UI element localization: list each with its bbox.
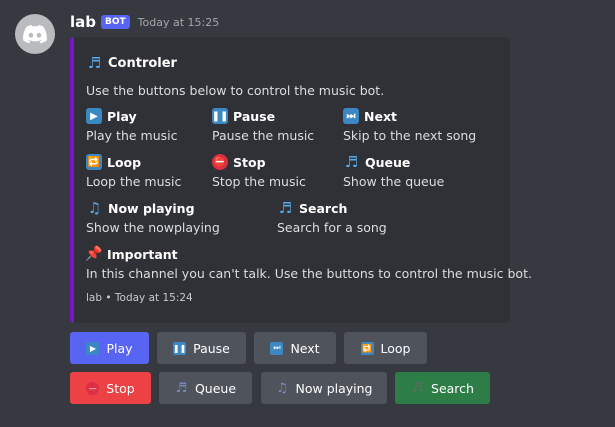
embed-title-text: Controler (108, 55, 177, 71)
music-note-icon: ♫ (87, 199, 102, 217)
field-value: In this channel you can't talk. Use the … (86, 266, 532, 281)
stop-button-label: Stop (106, 380, 135, 396)
music-note-icon: ♫ (276, 380, 288, 396)
field-now-playing: ♫ Now playing Show the nowplaying (86, 199, 220, 235)
field-value: Pause the music (212, 128, 315, 143)
field-name: Loop (107, 154, 142, 170)
pause-icon: ❚❚ (212, 108, 228, 124)
field-name: Stop (233, 154, 266, 170)
music-notes-icon: ♬ (411, 380, 424, 396)
queue-button-label: Queue (194, 380, 237, 396)
discord-logo-icon (23, 24, 47, 43)
field-value: Show the nowplaying (86, 220, 220, 235)
play-icon: ▶ (86, 108, 102, 124)
stop-icon: — (86, 381, 100, 395)
embed-description: Use the buttons below to control the mus… (86, 83, 385, 98)
play-icon: ▶ (86, 341, 100, 355)
field-pause: ❚❚ Pause Pause the music (212, 107, 314, 143)
pause-button[interactable]: ❚❚ Pause (157, 332, 246, 364)
music-notes-icon: ♬ (344, 153, 359, 171)
next-button-label: Next (290, 340, 320, 356)
field-name: Now playing (108, 200, 195, 216)
next-track-icon: ⏭ (270, 341, 284, 355)
bot-avatar[interactable] (15, 14, 55, 54)
field-search: ♬ Search Search for a song (277, 199, 387, 235)
stop-icon: ⛔ (212, 154, 228, 170)
field-important: 📌 Important In this channel you can't tal… (85, 245, 532, 281)
field-stop: ⛔ Stop Stop the music (212, 153, 306, 189)
now-playing-button[interactable]: ♫ Now playing (261, 372, 387, 404)
play-button[interactable]: ▶ Play (70, 332, 149, 364)
field-name: Queue (365, 154, 411, 170)
play-button-label: Play (106, 340, 133, 356)
next-track-icon: ⏭ (343, 108, 359, 124)
field-name: Important (107, 246, 178, 262)
field-name: Search (299, 200, 348, 216)
loop-button-label: Loop (380, 340, 411, 356)
now-playing-button-label: Now playing (295, 380, 373, 396)
search-button-label: Search (431, 380, 474, 396)
field-value: Loop the music (86, 174, 182, 189)
field-play: ▶ Play Play the music (86, 107, 178, 143)
music-notes-icon: ♬ (278, 199, 293, 217)
field-value: Stop the music (212, 174, 306, 189)
field-loop: 🔁 Loop Loop the music (86, 153, 181, 189)
embed-title: ♬ Controler (86, 54, 177, 72)
field-next: ⏭ Next Skip to the next song (343, 107, 476, 143)
loop-icon: 🔁 (86, 154, 102, 170)
message-timestamp[interactable]: Today at 15:25 (138, 16, 220, 29)
loop-icon: 🔁 (360, 341, 374, 355)
embed-footer: lab • Today at 15:24 (86, 292, 193, 304)
search-button[interactable]: ♬ Search (395, 372, 490, 404)
loop-button[interactable]: 🔁 Loop (344, 332, 427, 364)
field-name: Next (364, 108, 397, 124)
music-notes-icon: ♬ (87, 54, 102, 72)
field-value: Skip to the next song (343, 128, 477, 143)
queue-button[interactable]: ♬ Queue (159, 372, 252, 404)
next-button[interactable]: ⏭ Next (254, 332, 336, 364)
pause-icon: ❚❚ (172, 341, 187, 355)
pause-button-label: Pause (193, 340, 230, 356)
field-value: Show the queue (343, 174, 445, 189)
stop-button[interactable]: — Stop (70, 372, 151, 404)
music-controller-embed: ♬ Controler Use the buttons below to con… (70, 37, 532, 323)
username[interactable]: lab (70, 13, 96, 31)
bot-tag: BOT (101, 15, 130, 29)
field-name: Play (107, 108, 137, 124)
field-queue: ♬ Queue Show the queue (343, 153, 444, 189)
field-value: Play the music (86, 128, 178, 143)
message-header: lab BOT Today at 15:25 (70, 12, 219, 32)
pushpin-icon: 📌 (85, 246, 103, 262)
field-value: Search for a song (277, 220, 387, 235)
field-name: Pause (233, 108, 276, 124)
music-notes-icon: ♬ (175, 380, 188, 396)
